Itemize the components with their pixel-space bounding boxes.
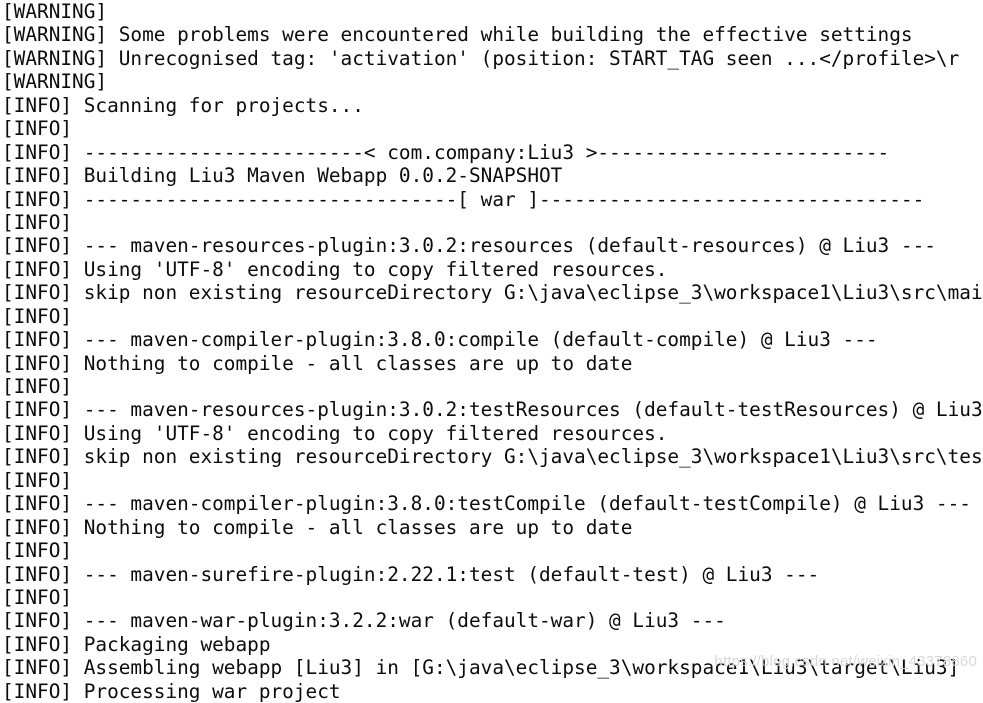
log-line: [INFO] [2,539,73,563]
log-line: [INFO] Using 'UTF-8' encoding to copy fi… [2,421,668,445]
log-line: [INFO] Nothing to compile - all classes … [2,351,633,375]
log-line: [INFO] [2,210,73,234]
log-line: [INFO] --------------------------------[… [2,187,925,211]
log-line: [INFO] --- maven-resources-plugin:3.0.2:… [2,398,983,422]
log-line-list: [WARNING] [WARNING] Some problems were en… [0,0,983,703]
log-line: [INFO] [2,304,73,328]
log-line: [INFO] skip non existing resourceDirecto… [2,281,983,305]
log-line: [INFO] --- maven-compiler-plugin:3.8.0:c… [2,328,878,352]
log-line: [WARNING] Some problems were encountered… [2,23,913,47]
log-line: [INFO] [2,375,73,398]
log-line: [INFO] Using 'UTF-8' encoding to copy fi… [2,257,668,281]
log-line: [INFO] --- maven-resources-plugin:3.0.2:… [2,234,936,258]
console-output-panel[interactable]: [WARNING] [WARNING] Some problems were en… [0,0,983,703]
log-line: [INFO] [2,585,73,609]
log-line: [INFO] Assembling webapp [Liu3] in [G:\j… [2,656,960,680]
log-line: [INFO] skip non existing resourceDirecto… [2,445,983,469]
log-line: [WARNING] [2,0,108,23]
log-line: [INFO] Packaging webapp [2,632,271,656]
log-line: [INFO] --- maven-war-plugin:3.2.2:war (d… [2,609,726,633]
log-line: [INFO] Scanning for projects... [2,93,364,117]
log-line: [INFO] [2,468,73,492]
log-line: [INFO] --- maven-compiler-plugin:3.8.0:t… [2,492,971,516]
log-line: [INFO] Building Liu3 Maven Webapp 0.0.2-… [2,164,563,188]
log-line: [INFO] Processing war project [2,679,341,703]
log-line: [INFO] ------------------------< com.com… [2,140,890,164]
log-line: [INFO] [2,117,73,141]
log-line: [WARNING] [2,70,108,94]
log-line: [INFO] --- maven-surefire-plugin:2.22.1:… [2,562,820,586]
log-line: [INFO] Nothing to compile - all classes … [2,515,633,539]
log-line: [WARNING] Unrecognised tag: 'activation'… [2,46,960,70]
